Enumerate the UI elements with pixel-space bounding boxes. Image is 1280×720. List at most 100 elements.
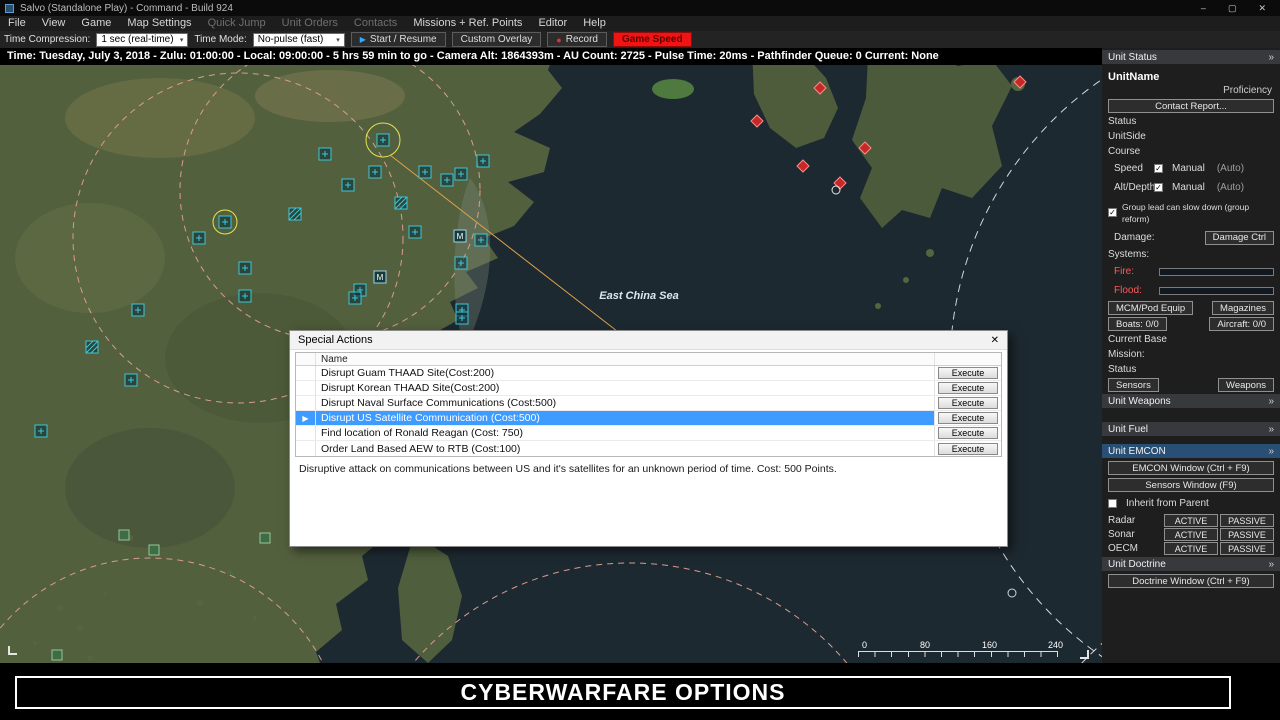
ship-unit-icon[interactable] — [418, 165, 432, 179]
map-corner-mark — [8, 646, 17, 655]
facility-unit-icon[interactable] — [259, 532, 271, 544]
contact-report-button[interactable]: Contact Report... — [1108, 99, 1274, 113]
speed-manual-checkbox[interactable]: ✓ — [1154, 164, 1163, 173]
menu-item-editor[interactable]: Editor — [530, 16, 575, 31]
group-unit-icon[interactable] — [85, 340, 99, 354]
execute-button[interactable]: Execute — [938, 397, 998, 409]
maximize-icon[interactable]: ▢ — [1228, 0, 1237, 16]
menu-item-help[interactable]: Help — [575, 16, 614, 31]
minimize-icon[interactable]: – — [1201, 0, 1206, 16]
ship-unit-icon[interactable] — [368, 165, 382, 179]
doctrine-window-button[interactable]: Doctrine Window (Ctrl + F9) — [1108, 574, 1274, 588]
ship-unit-icon[interactable] — [318, 147, 332, 161]
right-sidebar: Unit Status » UnitName Proficiency Conta… — [1102, 48, 1280, 663]
hostile-unit-icon[interactable] — [796, 159, 810, 173]
ship-unit-icon[interactable] — [454, 256, 468, 270]
ship-unit-icon[interactable] — [376, 133, 390, 147]
oecm-active-button[interactable]: ACTIVE — [1164, 542, 1218, 555]
altdepth-manual-checkbox[interactable]: ✓ — [1154, 183, 1163, 192]
aircraft-button[interactable]: Aircraft: 0/0 — [1209, 317, 1274, 331]
mcm-pod-equip-button[interactable]: MCM/Pod Equip — [1108, 301, 1194, 315]
altdepth-auto-label: (Auto) — [1216, 182, 1245, 193]
inherit-from-parent-checkbox[interactable] — [1108, 499, 1117, 508]
weapons-button[interactable]: Weapons — [1218, 378, 1274, 392]
ship-unit-icon[interactable] — [131, 303, 145, 317]
menu-item-game[interactable]: Game — [73, 16, 119, 31]
start-resume-button[interactable]: ▶ Start / Resume — [350, 32, 446, 47]
menu-item-view[interactable]: View — [34, 16, 74, 31]
menu-item-missions-ref-points[interactable]: Missions + Ref. Points — [405, 16, 530, 31]
contact-unit-icon[interactable] — [831, 185, 841, 195]
toolbar: Time Compression: 1 sec (real-time) ▾ Ti… — [0, 31, 1280, 48]
close-icon[interactable]: ✕ — [1258, 0, 1266, 16]
unitside-label: UnitSide — [1108, 131, 1146, 142]
damage-ctrl-button[interactable]: Damage Ctrl — [1204, 230, 1274, 245]
sonar-active-button[interactable]: ACTIVE — [1164, 528, 1218, 541]
section-unit-weapons[interactable]: Unit Weapons » — [1102, 394, 1280, 408]
execute-button[interactable]: Execute — [938, 412, 998, 424]
game-speed-button[interactable]: Game Speed — [612, 32, 692, 47]
menu-item-file[interactable]: File — [0, 16, 34, 31]
execute-button[interactable]: Execute — [938, 442, 998, 455]
fire-bar — [1159, 267, 1274, 276]
ship-unit-icon[interactable] — [238, 289, 252, 303]
cyberwarfare-banner: CYBERWARFARE OPTIONS — [15, 676, 1231, 709]
record-button[interactable]: ● Record — [547, 32, 607, 47]
mine-unit-icon[interactable]: M — [453, 229, 467, 243]
section-unit-status[interactable]: Unit Status » — [1102, 50, 1280, 64]
sensors-button[interactable]: Sensors — [1108, 378, 1159, 392]
ship-unit-icon[interactable] — [192, 231, 206, 245]
section-unit-emcon[interactable]: Unit EMCON » — [1102, 444, 1280, 458]
table-row[interactable]: Disrupt Korean THAAD Site(Cost:200) Exec… — [296, 381, 1001, 396]
radar-passive-button[interactable]: PASSIVE — [1220, 514, 1274, 527]
ship-unit-icon[interactable] — [454, 167, 468, 181]
custom-overlay-button[interactable]: Custom Overlay — [451, 32, 542, 47]
ship-unit-icon[interactable] — [474, 233, 488, 247]
collapse-icon: » — [1268, 558, 1274, 570]
section-unit-fuel[interactable]: Unit Fuel » — [1102, 422, 1280, 436]
ship-unit-icon[interactable] — [34, 424, 48, 438]
magazines-button[interactable]: Magazines — [1212, 301, 1274, 315]
group-lead-checkbox[interactable]: ✓ — [1108, 208, 1117, 217]
table-row-selected[interactable]: ▶ Disrupt US Satellite Communication (Co… — [296, 411, 1001, 426]
emcon-window-button[interactable]: EMCON Window (Ctrl + F9) — [1108, 461, 1274, 475]
ship-unit-icon[interactable] — [440, 173, 454, 187]
facility-unit-icon[interactable] — [51, 649, 63, 661]
menu-bar: File View Game Map Settings Quick Jump U… — [0, 16, 1280, 31]
execute-button[interactable]: Execute — [938, 367, 998, 379]
dialog-titlebar[interactable]: Special Actions ✕ — [290, 331, 1007, 350]
facility-unit-icon[interactable] — [148, 544, 160, 556]
group-unit-icon[interactable] — [288, 207, 302, 221]
execute-button[interactable]: Execute — [938, 427, 998, 439]
hostile-unit-icon[interactable] — [833, 176, 847, 190]
time-compression-select[interactable]: 1 sec (real-time) ▾ — [96, 32, 189, 47]
sensors-window-button[interactable]: Sensors Window (F9) — [1108, 478, 1274, 492]
ship-unit-icon[interactable] — [238, 261, 252, 275]
time-mode-select[interactable]: No-pulse (fast) ▾ — [252, 32, 345, 47]
ship-unit-icon[interactable] — [218, 215, 232, 229]
time-mode-label: Time Mode: — [194, 34, 247, 45]
sea-label: East China Sea — [599, 290, 679, 302]
ship-unit-icon[interactable] — [455, 311, 469, 325]
table-row[interactable]: Disrupt Guam THAAD Site(Cost:200) Execut… — [296, 366, 1001, 381]
dialog-close-icon[interactable]: ✕ — [991, 335, 999, 346]
execute-button[interactable]: Execute — [938, 382, 998, 394]
mine-unit-icon[interactable]: M — [373, 270, 387, 284]
table-row[interactable]: Disrupt Naval Surface Communications (Co… — [296, 396, 1001, 411]
ship-unit-icon[interactable] — [348, 291, 362, 305]
facility-unit-icon[interactable] — [118, 529, 130, 541]
ship-unit-icon[interactable] — [341, 178, 355, 192]
ship-unit-icon[interactable] — [476, 154, 490, 168]
section-unit-doctrine[interactable]: Unit Doctrine » — [1102, 557, 1280, 571]
radar-active-button[interactable]: ACTIVE — [1164, 514, 1218, 527]
hostile-unit-icon[interactable] — [750, 114, 764, 128]
group-unit-icon[interactable] — [394, 196, 408, 210]
sonar-passive-button[interactable]: PASSIVE — [1220, 528, 1274, 541]
ship-unit-icon[interactable] — [124, 373, 138, 387]
boats-button[interactable]: Boats: 0/0 — [1108, 317, 1167, 331]
menu-item-map-settings[interactable]: Map Settings — [119, 16, 199, 31]
table-row[interactable]: Find location of Ronald Reagan (Cost: 75… — [296, 426, 1001, 441]
oecm-passive-button[interactable]: PASSIVE — [1220, 542, 1274, 555]
ship-unit-icon[interactable] — [408, 225, 422, 239]
table-row[interactable]: Order Land Based AEW to RTB (Cost:100) E… — [296, 441, 1001, 456]
